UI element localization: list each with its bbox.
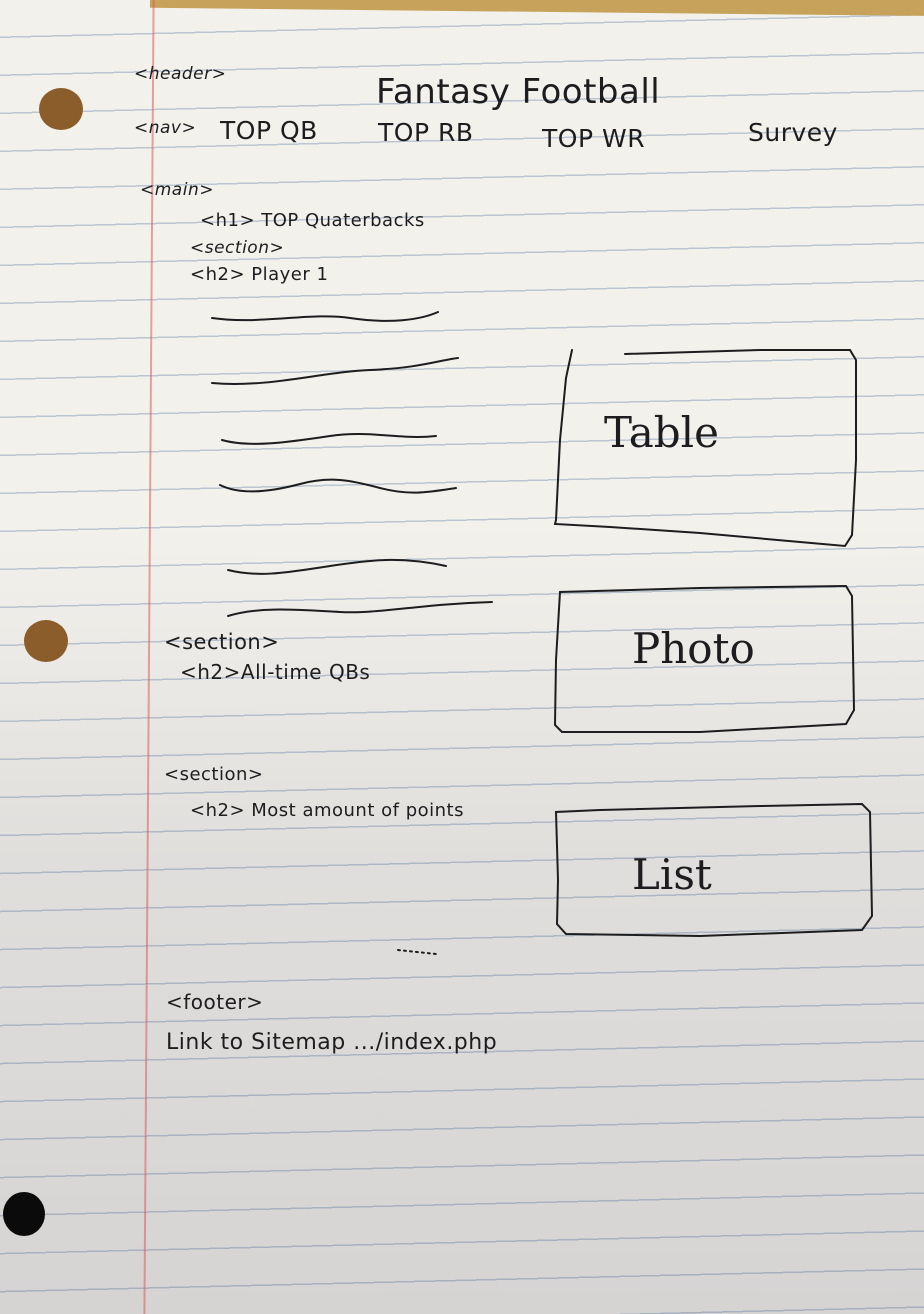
photo-box-label: Photo: [632, 624, 755, 673]
section-heading: <h2> Most amount of points: [190, 800, 464, 821]
section-heading: <h2>All-time QBs: [180, 660, 371, 684]
list-box: [554, 802, 874, 938]
sketch-drawing: [211, 311, 874, 955]
placeholder-line: [211, 357, 459, 385]
section-tag: <section>: [164, 630, 280, 654]
nav-link-top-qb[interactable]: TOP QB: [220, 116, 318, 145]
section-tag: <section>: [190, 238, 285, 258]
placeholder-line: [211, 311, 439, 322]
stray-mark: [397, 949, 437, 955]
footer-sitemap-link[interactable]: Link to Sitemap .../index.php: [166, 1030, 497, 1055]
page-title: Fantasy Football: [376, 72, 661, 112]
nav-link-top-rb[interactable]: TOP RB: [378, 118, 474, 147]
placeholder-line: [221, 433, 437, 445]
notebook-paper: <header> Fantasy Football <nav> TOP QB T…: [0, 0, 924, 1314]
nav-link-top-wr[interactable]: TOP WR: [542, 124, 645, 153]
table-box-label: Table: [604, 408, 719, 457]
header-tag: <header>: [134, 64, 227, 84]
placeholder-line: [227, 601, 493, 617]
nav-tag: <nav>: [134, 118, 197, 138]
main-heading: <h1> TOP Quaterbacks: [200, 210, 425, 231]
placeholder-line: [219, 478, 457, 494]
nav-link-survey[interactable]: Survey: [748, 118, 838, 147]
section-tag: <section>: [164, 764, 264, 785]
section-heading: <h2> Player 1: [190, 264, 329, 285]
list-box-label: List: [632, 850, 712, 899]
main-tag: <main>: [140, 180, 214, 200]
placeholder-line: [227, 558, 447, 575]
footer-tag: <footer>: [166, 990, 264, 1014]
